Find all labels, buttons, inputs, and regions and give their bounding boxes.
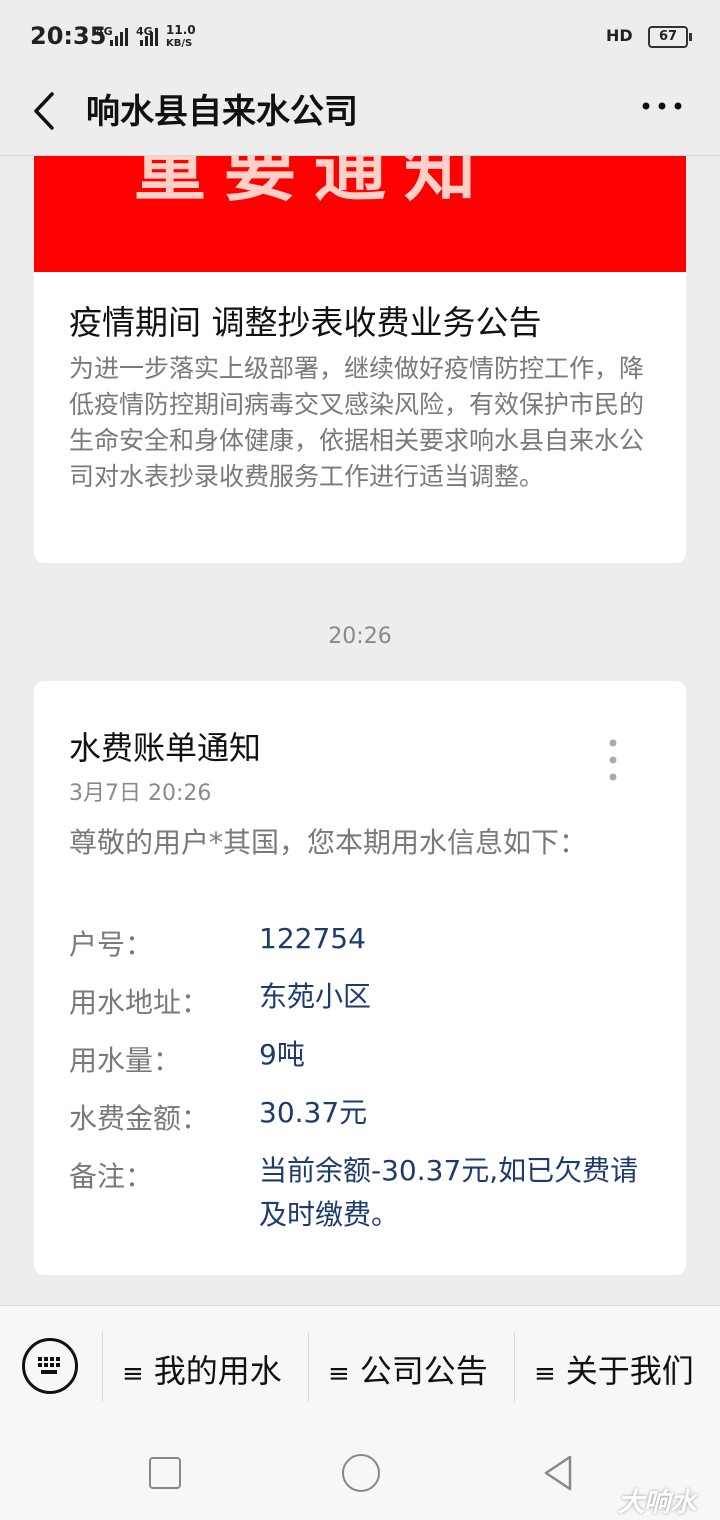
keyboard-toggle-button[interactable]	[22, 1338, 78, 1394]
keyboard-icon	[38, 1357, 60, 1374]
recent-apps-icon[interactable]	[149, 1457, 181, 1489]
menu-lines-icon: ≡	[122, 1359, 144, 1389]
menu-lines-icon: ≡	[328, 1359, 350, 1389]
signal-icon-2	[140, 26, 162, 46]
nav-back-icon[interactable]	[540, 1453, 576, 1493]
page-title: 响水县自来水公司	[86, 92, 358, 132]
bill-label: 备注：	[69, 1160, 154, 1193]
more-options-icon[interactable]	[640, 96, 684, 116]
bill-notice-card[interactable]: 水费账单通知 3月7日 20:26 尊敬的用户*其国，您本期用水信息如下： 户号…	[34, 681, 686, 1275]
menu-label: 我的用水	[153, 1352, 282, 1390]
network-speed-unit: KB/S	[166, 38, 193, 49]
bill-value: 东苑小区	[259, 980, 372, 1013]
menu-label: 关于我们	[565, 1352, 694, 1390]
article-summary: 为进一步落实上级部署，继续做好疫情防控工作，降低疫情防控期间病毒交叉感染风险，有…	[69, 354, 645, 491]
message-timestamp: 20:26	[328, 624, 392, 649]
menu-divider	[308, 1332, 309, 1402]
app-header: 响水县自来水公司	[0, 70, 720, 156]
menu-about-us[interactable]: ≡ 关于我们	[534, 1346, 694, 1392]
hd-voice-icon: HD	[606, 26, 633, 45]
system-navigation-bar	[0, 1427, 720, 1520]
menu-company-notice[interactable]: ≡ 公司公告	[328, 1346, 488, 1392]
article-title: 疫情期间 调整抄表收费业务公告	[69, 303, 542, 342]
menu-lines-icon: ≡	[534, 1359, 556, 1389]
bill-label: 水费金额：	[69, 1102, 210, 1135]
article-card[interactable]: 重要通知 疫情期间 调整抄表收费业务公告 为进一步落实上级部署，继续做好疫情防控…	[34, 156, 686, 563]
menu-my-water[interactable]: ≡ 我的用水	[122, 1346, 282, 1392]
status-bar: 20:35 4G 4G 11.0 KB/S HD 67	[0, 0, 720, 70]
bill-label: 用水地址：	[69, 986, 210, 1019]
back-arrow-icon[interactable]	[30, 88, 60, 134]
bill-value: 9吨	[259, 1038, 305, 1071]
menu-divider	[514, 1332, 515, 1402]
status-time: 20:35	[30, 22, 107, 50]
signal-icon-1	[110, 26, 132, 46]
bill-value: 122754	[259, 922, 366, 955]
bill-date: 3月7日 20:26	[69, 781, 212, 806]
kebab-menu-icon[interactable]	[604, 737, 622, 783]
menu-divider	[102, 1332, 103, 1402]
bill-title: 水费账单通知	[69, 729, 262, 767]
bill-greeting: 尊敬的用户*其国，您本期用水信息如下：	[69, 826, 588, 859]
watermark-logo: 大响水	[618, 1488, 697, 1518]
home-icon[interactable]	[342, 1454, 380, 1492]
article-banner: 重要通知	[34, 156, 686, 272]
bill-label: 用水量：	[69, 1044, 182, 1077]
bottom-menu-bar: ≡ 我的用水 ≡ 公司公告 ≡ 关于我们	[0, 1305, 720, 1427]
bill-value: 当前余额-30.37元,如已欠费请及时缴费。	[259, 1154, 639, 1231]
bill-value: 30.37元	[259, 1096, 368, 1129]
menu-label: 公司公告	[359, 1352, 488, 1390]
network-speed-value: 11.0	[166, 23, 196, 37]
banner-text: 重要通知	[134, 156, 495, 211]
battery-icon: 67	[648, 26, 692, 48]
network-speed: 11.0 KB/S	[166, 24, 196, 50]
bill-label: 户号：	[69, 928, 154, 961]
